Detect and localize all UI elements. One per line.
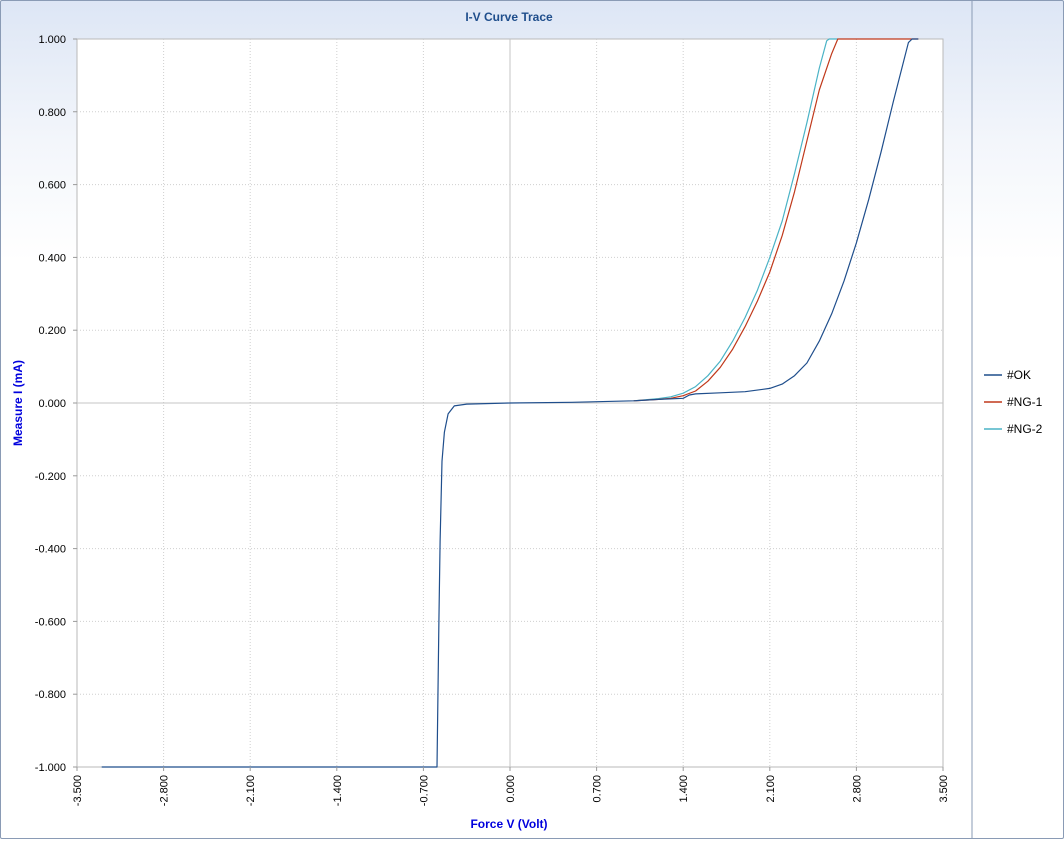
- x-axis-title: Force V (Volt): [470, 817, 547, 831]
- chart-window: I-V Curve Trace -3.500 -2.800 -2.100 -1.400…: [0, 0, 1064, 839]
- legend-label: #NG-1: [1007, 395, 1043, 409]
- y-tick-label: -0.200: [35, 471, 66, 483]
- x-tick-label: 1.400: [678, 775, 690, 803]
- y-axis-title: Measure I (mA): [11, 360, 25, 446]
- legend-label: #OK: [1007, 368, 1031, 382]
- x-tick-label: -0.700: [418, 775, 430, 806]
- x-tick-label: 2.100: [765, 775, 777, 803]
- x-tick-label: 3.500: [938, 775, 950, 803]
- legend: #OK #NG-1 #NG-2: [984, 368, 1043, 436]
- x-tick-label: 0.700: [592, 775, 604, 803]
- chart-title: I-V Curve Trace: [465, 10, 553, 24]
- x-tick-label: 2.800: [851, 775, 863, 803]
- y-tick-label: -0.800: [35, 689, 66, 701]
- iv-curve-chart: I-V Curve Trace -3.500 -2.800 -2.100 -1.400…: [11, 1, 1043, 838]
- y-tick-label: -1.000: [35, 762, 66, 774]
- y-tick-label: 0.800: [38, 107, 66, 119]
- y-tick-label: -0.400: [35, 544, 66, 556]
- y-tick-label: 0.400: [38, 252, 66, 264]
- x-tick-label: -3.500: [72, 775, 84, 806]
- x-tick-label: -2.100: [245, 775, 257, 806]
- legend-label: #NG-2: [1007, 422, 1043, 436]
- y-tick-label: 0.200: [38, 325, 66, 337]
- x-tick-label: 0.000: [505, 775, 517, 803]
- y-tick-label: -0.600: [35, 616, 66, 628]
- y-tick-label: 1.000: [38, 34, 66, 46]
- x-tick-label: -2.800: [159, 775, 171, 806]
- y-tick-label: 0.000: [38, 398, 66, 410]
- x-tick-label: -1.400: [332, 775, 344, 806]
- y-tick-label: 0.600: [38, 180, 66, 192]
